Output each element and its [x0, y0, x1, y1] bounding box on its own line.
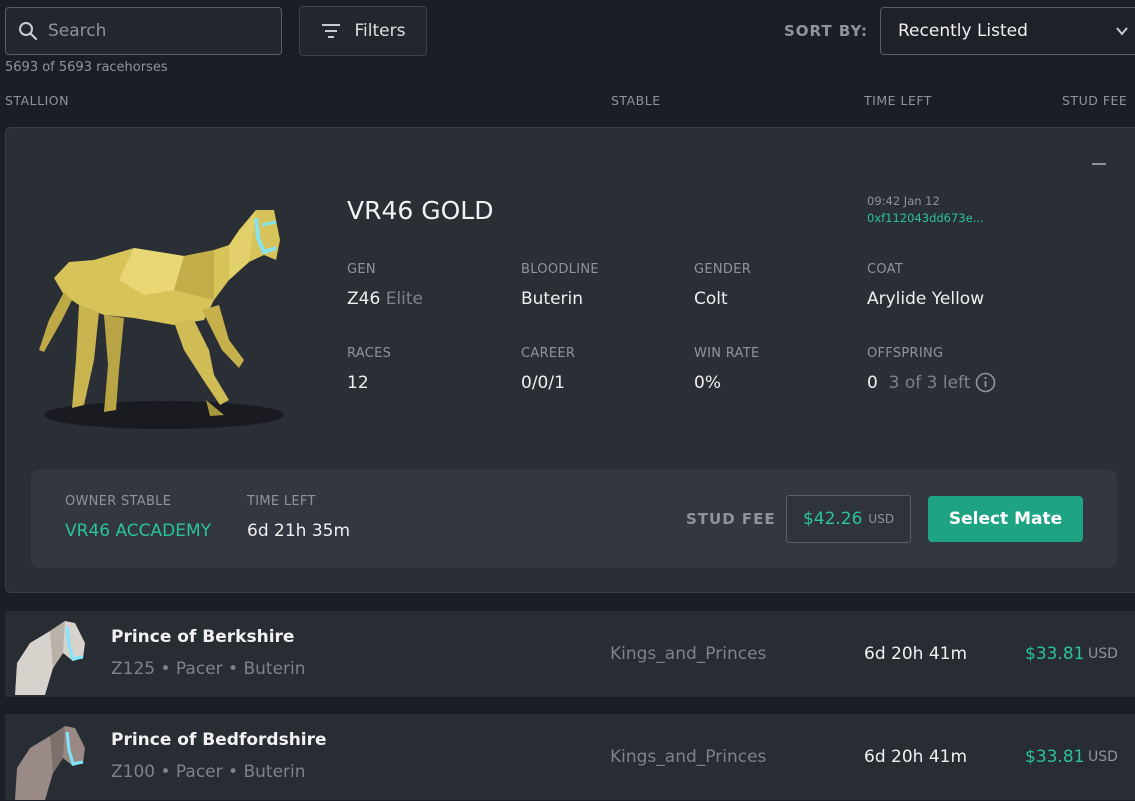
- horse-name: VR46 GOLD: [347, 196, 494, 225]
- row-time-left: 6d 20h 41m: [864, 747, 968, 767]
- minus-icon[interactable]: [1092, 163, 1106, 165]
- coat-label: COAT: [867, 262, 904, 277]
- row-horse-name[interactable]: Prince of Berkshire: [111, 627, 294, 647]
- gender-label: GENDER: [694, 262, 752, 277]
- horse-gold-image: [39, 210, 284, 429]
- column-header-time-left[interactable]: TIME LEFT: [864, 93, 932, 108]
- sort-by-label: SORT BY:: [784, 22, 869, 40]
- gen-value: Z46 Elite: [347, 289, 423, 309]
- row-stud-fee: $33.81: [1025, 747, 1085, 767]
- row-horse-name[interactable]: Prince of Bedfordshire: [111, 730, 327, 750]
- races-label: RACES: [347, 346, 392, 361]
- offspring-label: OFFSPRING: [867, 346, 944, 361]
- stud-fee-amount: $42.26: [802, 509, 863, 529]
- sort-select[interactable]: Recently Listed: [880, 7, 1135, 55]
- info-circle-icon[interactable]: [975, 372, 996, 393]
- row-time-left: 6d 20h 41m: [864, 644, 968, 664]
- stud-fee-box: $42.26 USD: [786, 495, 911, 543]
- search-icon: [19, 22, 38, 41]
- time-left-label: TIME LEFT: [247, 494, 316, 509]
- chevron-down-icon: [1116, 27, 1128, 36]
- gender-value: Colt: [694, 289, 728, 309]
- sort-selected-value: Recently Listed: [898, 21, 1028, 41]
- win-rate-label: WIN RATE: [694, 346, 760, 361]
- filters-button[interactable]: Filters: [299, 6, 427, 56]
- races-value: 12: [347, 373, 369, 393]
- gen-tier: Elite: [385, 289, 423, 309]
- transaction-hash-link[interactable]: 0xf112043dd673e...: [867, 211, 984, 225]
- career-label: CAREER: [521, 346, 576, 361]
- row-horse-details: Z100 • Pacer • Buterin: [111, 762, 306, 782]
- stud-fee-currency: USD: [868, 512, 895, 526]
- row-horse-details: Z125 • Pacer • Buterin: [111, 659, 306, 679]
- search-input[interactable]: [48, 21, 268, 41]
- row-stable[interactable]: Kings_and_Princes: [610, 747, 766, 767]
- horse-thumbnail: [15, 621, 85, 695]
- bloodline-label: BLOODLINE: [521, 262, 599, 277]
- stud-fee-label: STUD FEE: [686, 510, 776, 528]
- offspring-count: 0: [867, 373, 878, 393]
- gen-number: Z46: [347, 289, 381, 309]
- row-currency: USD: [1088, 749, 1118, 765]
- column-header-stud-fee[interactable]: STUD FEE: [1062, 93, 1127, 108]
- win-rate-value: 0%: [694, 373, 721, 393]
- filter-lines-icon: [321, 24, 340, 38]
- offspring-left: 3 of 3 left: [888, 373, 971, 393]
- coat-value: Arylide Yellow: [867, 289, 985, 309]
- row-stable[interactable]: Kings_and_Princes: [610, 644, 766, 664]
- row-stud-fee: $33.81: [1025, 644, 1085, 664]
- column-header-stable[interactable]: STABLE: [611, 93, 661, 108]
- search-box[interactable]: [5, 7, 282, 55]
- owner-stable-link[interactable]: VR46 ACCADEMY: [65, 521, 211, 541]
- bloodline-value: Buterin: [521, 289, 584, 309]
- owner-stable-label: OWNER STABLE: [65, 494, 172, 509]
- filters-label: Filters: [354, 21, 406, 41]
- listed-timestamp: 09:42 Jan 12: [867, 194, 940, 208]
- table-row[interactable]: Prince of Berkshire Z125 • Pacer • Buter…: [5, 611, 1135, 697]
- career-value: 0/0/1: [521, 373, 565, 393]
- result-count: 5693 of 5693 racehorses: [5, 60, 168, 75]
- table-row[interactable]: Prince of Bedfordshire Z100 • Pacer • Bu…: [5, 714, 1135, 800]
- top-bar: Filters SORT BY: Recently Listed: [0, 0, 1135, 60]
- select-mate-button[interactable]: Select Mate: [928, 496, 1083, 542]
- time-left-value: 6d 21h 35m: [247, 521, 351, 541]
- gen-label: GEN: [347, 262, 376, 277]
- row-currency: USD: [1088, 646, 1118, 662]
- horse-thumbnail: [15, 726, 85, 800]
- column-header-stallion[interactable]: STALLION: [5, 93, 69, 108]
- offspring-value: 0 3 of 3 left: [867, 373, 970, 393]
